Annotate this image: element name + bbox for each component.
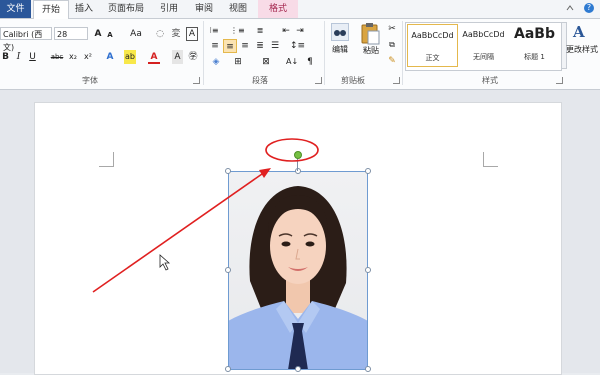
annotation-arrow-line bbox=[92, 173, 263, 293]
annotation-overlay bbox=[92, 138, 319, 293]
highlight-ellipse bbox=[265, 138, 319, 162]
cursor-arrow-icon bbox=[159, 254, 171, 271]
annotation-arrowhead bbox=[259, 168, 271, 178]
